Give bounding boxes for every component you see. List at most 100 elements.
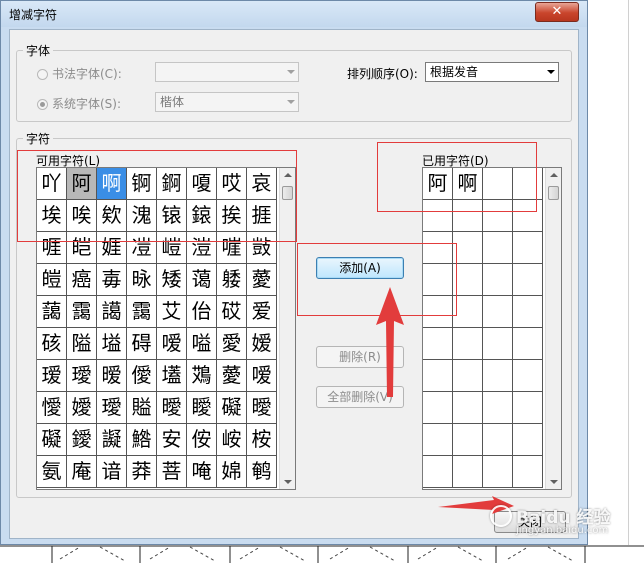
system-font-value: 楷体	[160, 95, 185, 109]
available-char-cell[interactable]: 艾	[157, 296, 187, 328]
available-char-cell[interactable]: 爱	[247, 296, 277, 328]
available-char-cell[interactable]: 薆	[217, 360, 247, 392]
available-char-cell[interactable]: 鑀	[67, 424, 97, 456]
used-char-cell[interactable]	[453, 424, 483, 456]
available-char-cell[interactable]: 瞹	[187, 392, 217, 424]
available-char-cell[interactable]: 隘	[67, 328, 97, 360]
used-char-cell[interactable]	[453, 328, 483, 360]
available-char-cell[interactable]: 婂	[217, 456, 247, 488]
available-char-cell[interactable]: 譪	[97, 296, 127, 328]
scroll-down-icon[interactable]	[550, 480, 558, 484]
available-char-cell[interactable]: 氨	[37, 456, 67, 488]
used-char-cell[interactable]	[423, 328, 453, 360]
available-char-cell[interactable]: 薆	[247, 264, 277, 296]
used-char-cell[interactable]	[513, 424, 543, 456]
used-char-cell[interactable]	[513, 264, 543, 296]
available-char-cell[interactable]: 峖	[217, 424, 247, 456]
used-chars-grid[interactable]: 阿啊	[422, 167, 562, 490]
available-char-cell[interactable]: 蔼	[187, 264, 217, 296]
available-char-cell[interactable]: 安	[157, 424, 187, 456]
system-font-radio[interactable]: 系统字体(S):	[37, 95, 121, 112]
window-close-button[interactable]: ✕	[535, 2, 579, 22]
available-char-cell[interactable]: 谙	[97, 456, 127, 488]
available-char-cell[interactable]: 鯦	[127, 424, 157, 456]
available-char-cell[interactable]: 壒	[157, 360, 187, 392]
used-char-cell[interactable]	[483, 264, 513, 296]
sort-order-select[interactable]: 根据发音	[425, 62, 559, 82]
used-char-cell[interactable]	[453, 264, 483, 296]
used-char-cell[interactable]	[513, 392, 543, 424]
used-char-cell[interactable]	[513, 456, 543, 488]
available-char-cell[interactable]: 暧	[97, 360, 127, 392]
used-scrollbar[interactable]	[545, 168, 561, 489]
available-char-cell[interactable]: 嬡	[67, 392, 97, 424]
available-char-cell[interactable]: 佁	[187, 296, 217, 328]
baidu-logo-icon	[490, 505, 512, 527]
available-char-cell[interactable]: 砹	[217, 296, 247, 328]
available-char-cell[interactable]: 靄	[127, 296, 157, 328]
used-char-cell[interactable]	[483, 424, 513, 456]
available-char-cell[interactable]: 皚	[37, 264, 67, 296]
used-char-cell[interactable]	[453, 232, 483, 264]
available-char-cell[interactable]: 矮	[157, 264, 187, 296]
add-remove-chars-dialog: 增减字符 ✕ 字体 书法字体(C): 系统字体(S): 楷体 排列顺序(O): …	[0, 0, 588, 545]
available-char-cell[interactable]: 璦	[67, 360, 97, 392]
available-char-cell[interactable]: 懓	[37, 392, 67, 424]
available-char-cell[interactable]: 侒	[187, 424, 217, 456]
used-char-cell[interactable]	[453, 456, 483, 488]
available-char-cell[interactable]: 譺	[97, 424, 127, 456]
system-font-select[interactable]: 楷体	[155, 92, 299, 112]
available-char-cell[interactable]: 嫒	[247, 328, 277, 360]
available-char-cell[interactable]: 礙	[37, 424, 67, 456]
used-char-cell[interactable]	[483, 328, 513, 360]
available-char-cell[interactable]: 曖	[157, 392, 187, 424]
available-char-cell[interactable]: 碍	[127, 328, 157, 360]
used-char-cell[interactable]	[483, 360, 513, 392]
used-char-cell[interactable]	[423, 392, 453, 424]
used-char-cell[interactable]	[513, 328, 543, 360]
used-char-cell[interactable]	[453, 392, 483, 424]
available-char-cell[interactable]: 癌	[67, 264, 97, 296]
calligraphy-font-radio[interactable]: 书法字体(C):	[37, 65, 122, 82]
available-char-cell[interactable]: 礙	[217, 392, 247, 424]
used-char-cell[interactable]	[423, 360, 453, 392]
available-char-cell[interactable]: 嗳	[247, 360, 277, 392]
available-char-cell[interactable]: 躷	[217, 264, 247, 296]
used-char-cell[interactable]	[513, 296, 543, 328]
available-char-cell[interactable]: 菩	[157, 456, 187, 488]
available-char-cell[interactable]: 庵	[67, 456, 97, 488]
used-char-cell[interactable]	[423, 456, 453, 488]
available-char-cell[interactable]: 璦	[97, 392, 127, 424]
available-char-cell[interactable]: 嗳	[157, 328, 187, 360]
used-char-cell[interactable]	[483, 232, 513, 264]
available-char-cell[interactable]: 鹌	[247, 456, 277, 488]
used-char-cell[interactable]	[453, 296, 483, 328]
available-char-cell[interactable]: 靄	[67, 296, 97, 328]
available-char-cell[interactable]: 愛	[217, 328, 247, 360]
used-char-cell[interactable]	[453, 360, 483, 392]
used-char-cell[interactable]	[423, 424, 453, 456]
calligraphy-font-select[interactable]	[155, 62, 299, 82]
available-char-cell[interactable]: 毐	[97, 264, 127, 296]
used-char-cell[interactable]	[513, 232, 543, 264]
used-char-cell[interactable]	[483, 456, 513, 488]
scroll-up-icon[interactable]	[550, 173, 558, 177]
available-char-cell[interactable]: 硋	[37, 328, 67, 360]
available-char-cell[interactable]: 曖	[247, 392, 277, 424]
used-char-cell[interactable]	[483, 296, 513, 328]
used-char-cell[interactable]	[513, 360, 543, 392]
scroll-thumb[interactable]	[548, 186, 559, 200]
available-char-cell[interactable]: 昹	[127, 264, 157, 296]
used-char-cell[interactable]	[483, 392, 513, 424]
available-char-cell[interactable]: 賹	[127, 392, 157, 424]
available-char-cell[interactable]: 桉	[247, 424, 277, 456]
available-char-cell[interactable]: 嗌	[187, 328, 217, 360]
available-char-cell[interactable]: 唵	[187, 456, 217, 488]
available-char-cell[interactable]: 瑷	[37, 360, 67, 392]
available-char-cell[interactable]: 鴱	[187, 360, 217, 392]
available-char-cell[interactable]: 塧	[97, 328, 127, 360]
available-char-cell[interactable]: 莽	[127, 456, 157, 488]
available-char-cell[interactable]: 僾	[127, 360, 157, 392]
available-char-cell[interactable]: 藹	[37, 296, 67, 328]
scroll-down-icon[interactable]	[284, 480, 292, 484]
